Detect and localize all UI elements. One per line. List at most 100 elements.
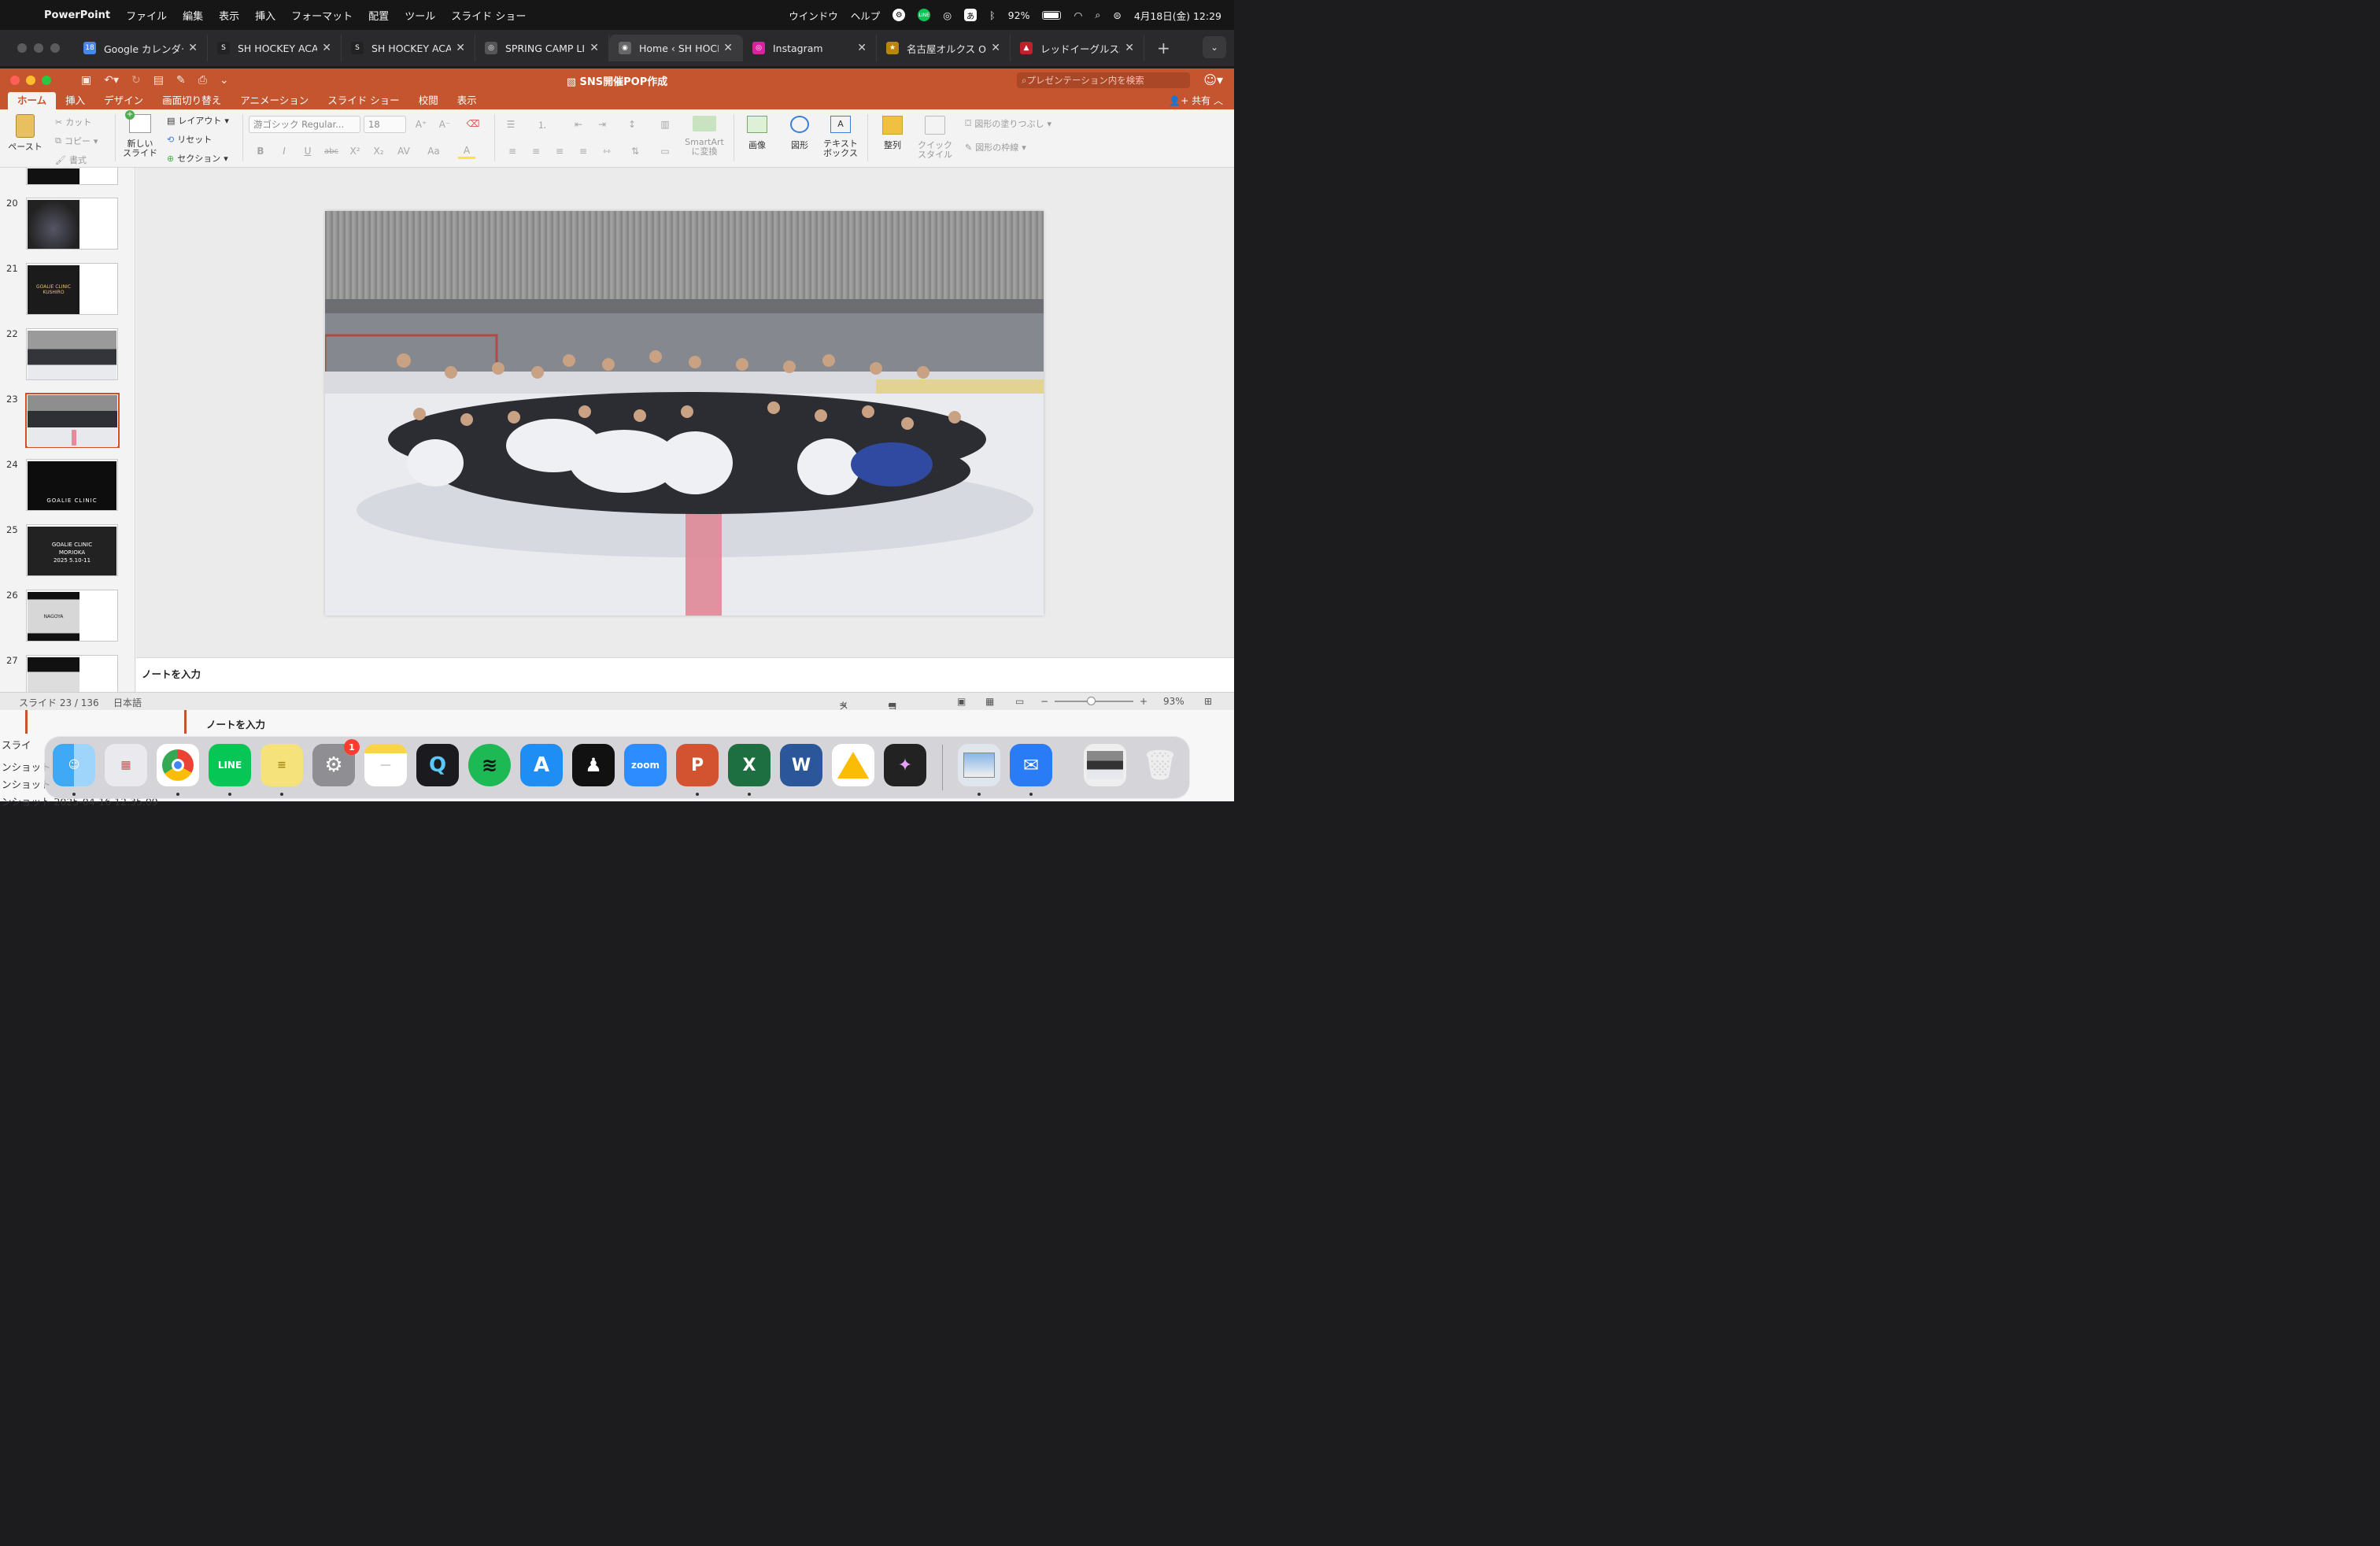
tab-design[interactable]: デザイン — [94, 92, 153, 109]
tab-close-icon[interactable]: ✕ — [188, 42, 198, 54]
ppt-zoom-button[interactable] — [42, 76, 51, 85]
new-tab-button[interactable]: + — [1157, 39, 1170, 57]
current-slide-photo[interactable] — [325, 211, 1044, 616]
slide-thumbnail-panel[interactable]: 20 21 GOALIE CLINIC KUSHIRO 22 23 24 GOA… — [0, 168, 135, 692]
davinci-resolve-icon[interactable]: ✦ — [884, 744, 926, 786]
align-right-icon[interactable]: ≡ — [551, 143, 568, 159]
layout-button[interactable]: ▤ レイアウト ▾ — [167, 114, 229, 127]
menu-slideshow[interactable]: スライド ショー — [451, 8, 526, 23]
trash-icon[interactable]: 🗑 — [1139, 744, 1181, 786]
columns-icon[interactable]: ▥ — [656, 117, 674, 132]
menu-insert[interactable]: 挿入 — [255, 8, 275, 23]
shape-outline-button[interactable]: ✎ 図形の枠線 ▾ — [965, 141, 1026, 153]
format-painter-button[interactable]: 🖌 書式 — [55, 153, 87, 166]
clear-formatting-icon[interactable]: ⌫ — [464, 116, 482, 131]
browser-minimize-button[interactable] — [34, 43, 43, 53]
tab-close-icon[interactable]: ✕ — [456, 42, 465, 54]
browser-tab[interactable]: ◎ SPRING CAMP LIVE✕ — [475, 35, 609, 61]
align-left-icon[interactable]: ≡ — [504, 143, 521, 159]
slide-thumbnail-selected[interactable]: 23 — [0, 393, 135, 449]
notes-app-icon[interactable]: — — [364, 744, 407, 786]
quicktime-icon[interactable]: Q — [416, 744, 459, 786]
recent-photo-icon[interactable] — [1084, 744, 1126, 786]
menu-format[interactable]: フォーマット — [291, 8, 353, 23]
redo-icon[interactable]: ↻ — [131, 74, 141, 87]
bluetooth-icon[interactable]: ᛒ — [989, 9, 996, 21]
italic-icon[interactable]: I — [275, 143, 293, 159]
tab-close-icon[interactable]: ✕ — [589, 42, 599, 54]
sidebar-toggle-icon[interactable]: ▣ — [81, 74, 91, 87]
insert-picture-button[interactable]: 画像 — [740, 116, 774, 150]
distributed-icon[interactable]: ⇿ — [598, 143, 615, 159]
print-icon[interactable]: ⎙ — [198, 74, 207, 87]
slide-thumbnail[interactable]: 24 GOALIE CLINIC — [0, 459, 135, 514]
slide-thumbnail[interactable]: 25 GOALIE CLINIC MORIOKA 2025 5.10-11 — [0, 524, 135, 579]
ppt-minimize-button[interactable] — [26, 76, 35, 85]
slide-thumbnail[interactable]: 22 — [0, 328, 135, 383]
section-button[interactable]: ⊕ セクション ▾ — [167, 152, 228, 165]
convert-smartart-button[interactable]: SmartArt に変換 — [682, 116, 727, 157]
bullets-icon[interactable]: ☰ — [502, 117, 519, 132]
browser-tab[interactable]: ▲ レッドイーグルス北海道 ✕ — [1011, 35, 1144, 61]
insert-shapes-button[interactable]: 図形 — [782, 116, 817, 150]
slide-thumbnail[interactable]: 21 GOALIE CLINIC KUSHIRO — [0, 263, 135, 318]
line-icon[interactable]: LINE — [209, 744, 251, 786]
tab-close-icon[interactable]: ✕ — [857, 42, 867, 54]
presenter-view-icon[interactable]: ▭ — [1015, 696, 1024, 707]
system-settings-icon[interactable]: ⚙ 1 — [312, 739, 360, 786]
slide-sorter-icon[interactable]: ▦ — [985, 696, 994, 707]
google-drive-icon[interactable] — [832, 744, 874, 786]
quick-styles-button[interactable]: クイック スタイル — [913, 116, 957, 160]
tab-list-button[interactable]: ⌄ — [1203, 36, 1226, 58]
word-icon[interactable]: W — [780, 744, 822, 786]
character-spacing-icon[interactable]: AV — [395, 143, 412, 159]
tab-close-icon[interactable]: ✕ — [1125, 42, 1134, 54]
preview-icon[interactable] — [958, 744, 1000, 786]
tab-slideshow[interactable]: スライド ショー — [318, 92, 408, 109]
align-text-icon[interactable]: ▭ — [656, 143, 674, 159]
slide-editing-area[interactable] — [136, 168, 1234, 657]
share-button[interactable]: 👤+ 共有 ︿ — [1169, 94, 1223, 107]
slide-thumbnail[interactable]: 27 — [0, 655, 135, 692]
tab-close-icon[interactable]: ✕ — [991, 42, 1000, 54]
normal-view-icon[interactable]: ▣ — [957, 696, 966, 707]
shape-fill-button[interactable]: ⛋ 図形の塗りつぶし ▾ — [965, 117, 1051, 130]
tab-close-icon[interactable]: ✕ — [322, 42, 331, 54]
tab-review[interactable]: 校閲 — [409, 92, 448, 109]
new-slide-button[interactable]: + 新しい スライド — [120, 110, 161, 158]
tab-insert[interactable]: 挿入 — [56, 92, 94, 109]
increase-indent-icon[interactable]: ⇥ — [593, 117, 611, 132]
slide-thumbnail[interactable]: 26 NAGOYA — [0, 590, 135, 645]
undo-icon[interactable]: ↶▾ — [104, 74, 119, 87]
align-center-icon[interactable]: ≡ — [527, 143, 545, 159]
tab-animations[interactable]: アニメーション — [231, 92, 318, 109]
copy-button[interactable]: ⧉ コピー ▾ — [55, 135, 98, 147]
customize-toolbar-icon[interactable]: ⌄ — [220, 74, 229, 87]
arrange-button[interactable]: 整列 — [875, 116, 910, 150]
zoom-icon[interactable]: zoom — [624, 744, 667, 786]
launchpad-icon[interactable]: ▦ — [105, 744, 147, 786]
airdrop-icon[interactable]: ◎ — [943, 9, 952, 21]
decrease-indent-icon[interactable]: ⇤ — [570, 117, 587, 132]
menu-window[interactable]: ウインドウ — [789, 8, 838, 23]
ppt-close-button[interactable] — [10, 76, 20, 85]
feedback-smiley-icon[interactable]: ☺▾ — [1203, 72, 1223, 87]
fit-to-window-icon[interactable]: ⊞ — [1204, 696, 1212, 707]
kindle-icon[interactable]: ♟ — [572, 744, 615, 786]
insert-textbox-button[interactable]: A テキスト ボックス — [820, 116, 861, 158]
browser-tab[interactable]: S SH HOCKEY ACADEMY ✕ — [208, 35, 342, 61]
numbering-icon[interactable]: ⒈ — [534, 117, 551, 132]
superscript-icon[interactable]: X² — [346, 143, 364, 159]
browser-zoom-button[interactable] — [50, 43, 60, 53]
font-color-icon[interactable]: A — [458, 143, 475, 159]
spotlight-search-icon[interactable]: ⌕ — [1095, 9, 1100, 21]
menu-file[interactable]: ファイル — [126, 8, 167, 23]
menu-help[interactable]: ヘルプ — [851, 8, 881, 23]
menu-edit[interactable]: 編集 — [183, 8, 203, 23]
subscript-icon[interactable]: X₂ — [370, 143, 387, 159]
chrome-icon[interactable] — [157, 744, 199, 786]
browser-tab[interactable]: ★ 名古屋オルクス Official ✕ — [877, 35, 1011, 61]
app-store-icon[interactable]: A — [520, 744, 563, 786]
creative-cloud-icon[interactable]: ⚙ — [893, 9, 906, 21]
browser-tab-active[interactable]: ◉ Home ‹ SH HOCKEY ✕ — [609, 35, 743, 61]
